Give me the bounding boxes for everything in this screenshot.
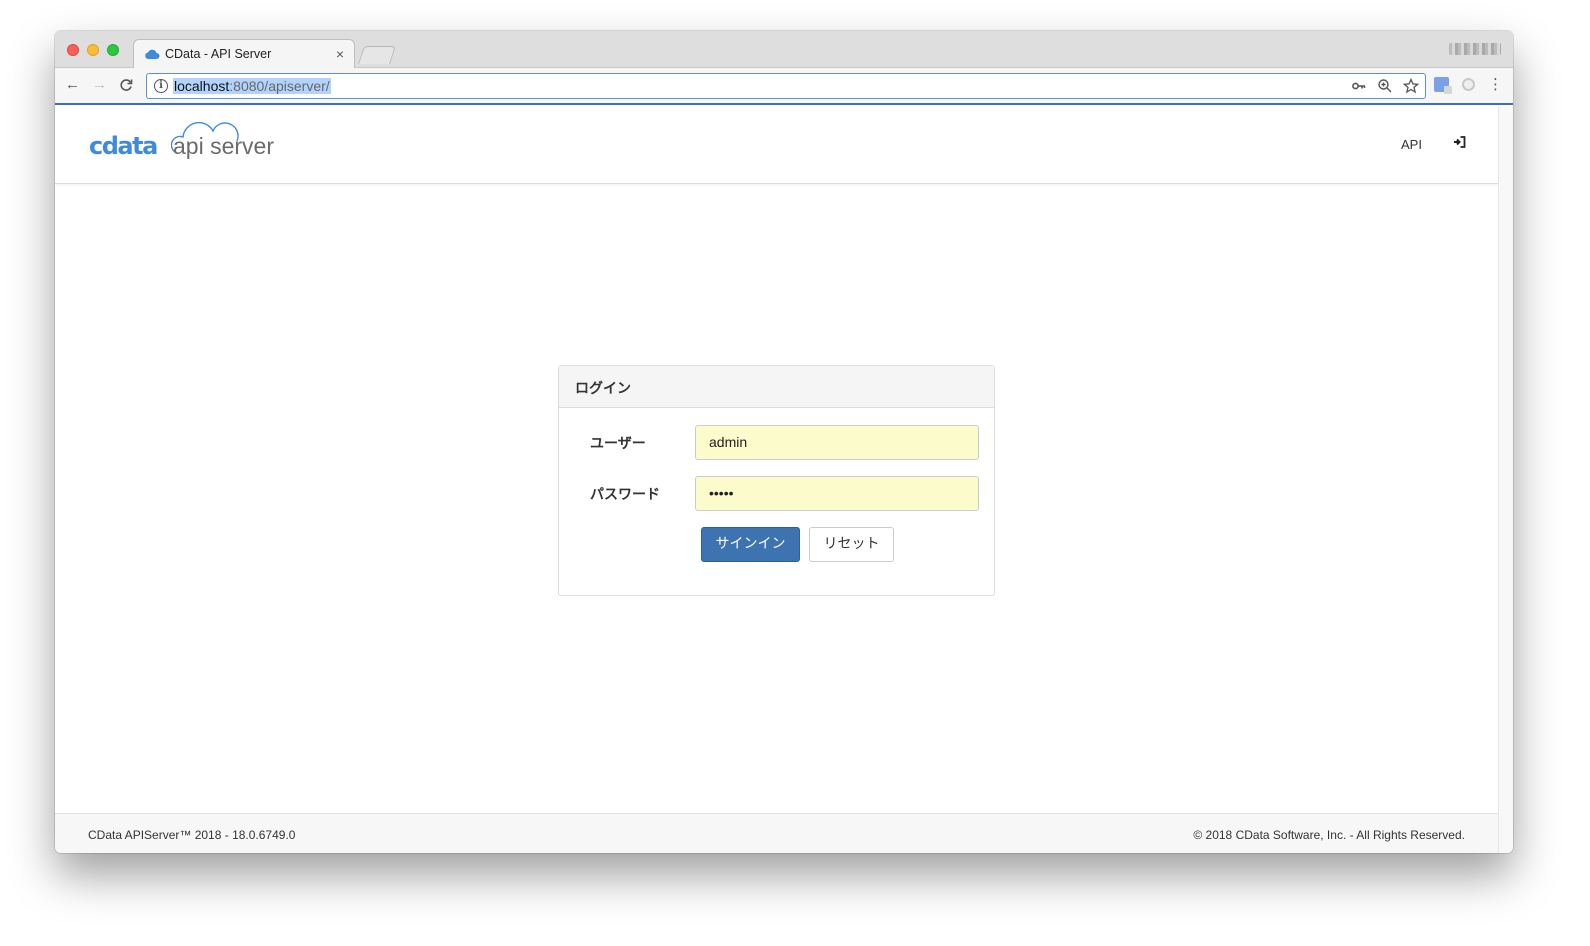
nav-api-link[interactable]: API [1401,137,1422,152]
reset-button[interactable]: リセット [809,527,894,562]
address-bar[interactable]: i localhost:8080/apiserver/ [146,73,1426,99]
reload-icon[interactable] [119,76,133,97]
url-text[interactable]: localhost:8080/apiserver/ [173,78,331,94]
tab-bar: CData - API Server × [55,31,1513,69]
bookmark-star-icon[interactable] [1403,78,1419,94]
login-panel-title: ログイン [559,366,994,408]
menu-icon[interactable]: ⋮ [1488,77,1503,92]
cdata-logo[interactable]: cdata api server [89,119,289,165]
profile-button[interactable] [1449,43,1501,55]
back-icon[interactable]: ← [65,76,80,93]
password-label: パスワード [590,486,660,502]
cloud-icon [145,49,160,59]
browser-tab[interactable]: CData - API Server × [133,39,355,69]
url-host: localhost [174,78,230,94]
key-icon[interactable] [1351,78,1367,94]
password-row: パスワード ••••• [559,476,994,512]
scrollbar-track[interactable] [1498,107,1513,853]
browser-toolbar: ← → i localhost:8080/apiserver/ ⋮ [55,68,1513,105]
username-label: ユーザー [590,435,646,451]
logo-brand: cdata [89,132,158,160]
info-icon[interactable]: i [154,79,168,93]
zoom-icon[interactable] [1377,78,1393,94]
url-path: :8080/apiserver/ [229,78,330,94]
login-panel: ログイン ユーザー admin パスワード ••••• サインイン リセット [558,365,995,596]
tab-close-icon[interactable]: × [336,46,344,62]
logo-product: api server [173,133,274,159]
browser-window: CData - API Server × ← → i localhost:808… [55,31,1513,853]
minimize-window-button[interactable] [87,44,99,56]
tab-title: CData - API Server [165,47,272,61]
close-window-button[interactable] [67,44,79,56]
site-footer: CData APIServer™ 2018 - 18.0.6749.0 © 20… [55,813,1498,853]
password-input[interactable]: ••••• [695,476,979,511]
extension-icon[interactable] [1462,78,1475,91]
username-input[interactable]: admin [695,425,979,460]
sign-in-button[interactable]: サインイン [701,527,800,562]
sign-in-icon[interactable] [1453,136,1466,151]
version-text: CData APIServer™ 2018 - 18.0.6749.0 [88,828,296,842]
forward-icon[interactable]: → [92,76,107,93]
new-tab-button[interactable] [358,46,396,64]
zoom-window-button[interactable] [107,44,119,56]
site-header: cdata api server API [55,107,1498,184]
username-row: ユーザー admin [559,425,994,461]
copyright-text: © 2018 CData Software, Inc. - All Rights… [1193,828,1465,842]
translate-extension-icon[interactable] [1434,77,1452,94]
